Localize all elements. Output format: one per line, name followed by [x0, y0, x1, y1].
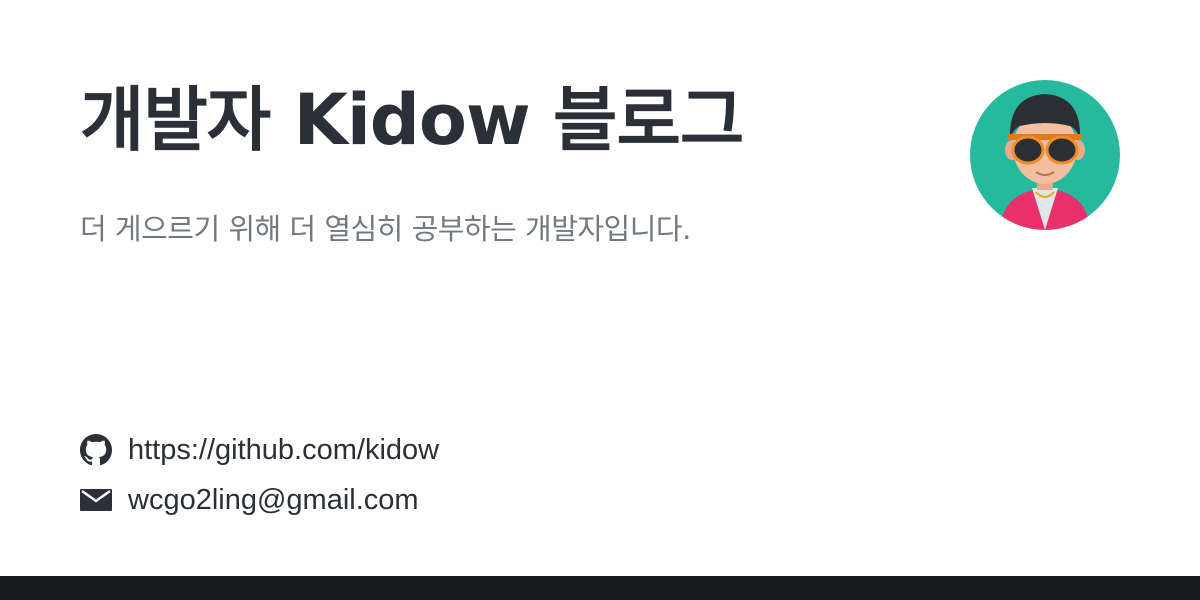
bottom-bar [0, 576, 1200, 600]
email-link[interactable]: wcgo2ling@gmail.com [80, 480, 439, 520]
github-url[interactable]: https://github.com/kidow [128, 434, 439, 467]
page-title: 개발자 Kidow 블로그 [80, 79, 744, 161]
mail-icon [80, 484, 112, 516]
page-subtitle: 더 게으르기 위해 더 열심히 공부하는 개발자입니다. [80, 212, 691, 246]
github-icon [80, 434, 112, 466]
email-address[interactable]: wcgo2ling@gmail.com [128, 484, 419, 517]
avatar [970, 80, 1120, 230]
github-link[interactable]: https://github.com/kidow [80, 430, 439, 470]
contact-links: https://github.com/kidow wcgo2ling@gmail… [80, 430, 439, 530]
